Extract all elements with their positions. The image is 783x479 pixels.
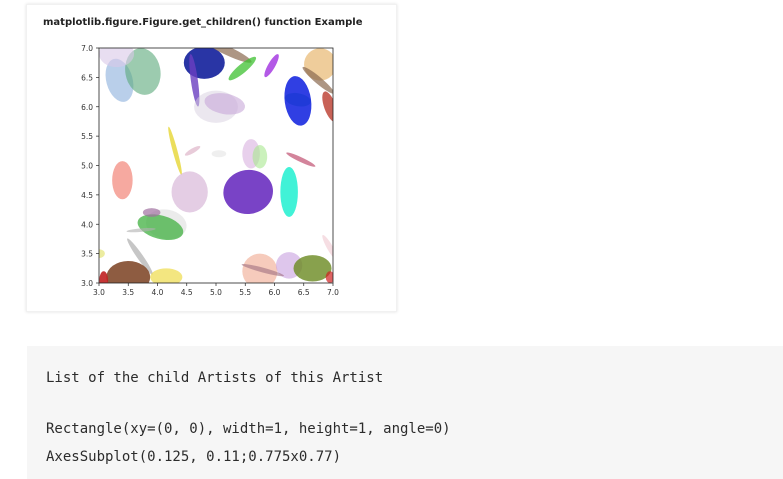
x-tick-label: 5.5 (239, 288, 251, 297)
x-tick-label: 3.5 (122, 288, 134, 297)
ellipse-patch (142, 208, 161, 217)
y-tick-label: 5.0 (81, 162, 93, 171)
ellipse-patch (168, 126, 182, 175)
plot-title: matplotlib.figure.Figure.get_children() … (43, 17, 363, 28)
y-tick-label: 3.0 (81, 279, 93, 288)
plot-svg: matplotlib.figure.Figure.get_children() … (43, 17, 363, 297)
output-line-2: Rectangle(xy=(0, 0), width=1, height=1, … (46, 421, 451, 437)
ellipse-patch (211, 150, 227, 158)
y-tick-label: 4.0 (81, 220, 93, 229)
ellipse-patch (99, 48, 135, 68)
y-axis: 3.0 3.5 4.0 4.5 5.0 5.5 6.0 6.5 7.0 (81, 44, 99, 288)
ellipse-patch (280, 166, 298, 217)
y-tick-label: 3.5 (81, 250, 93, 259)
x-axis: 3.0 3.5 4.0 4.5 5.0 5.5 6.0 6.5 7.0 (93, 283, 339, 297)
output-line-1: List of the child Artists of this Artist (46, 370, 384, 386)
figure-image: matplotlib.figure.Figure.get_children() … (26, 4, 397, 312)
page: matplotlib.figure.Figure.get_children() … (0, 0, 783, 479)
x-tick-label: 3.0 (93, 288, 105, 297)
ellipse-patch (252, 144, 268, 169)
y-tick-label: 4.5 (81, 191, 93, 200)
y-tick-label: 5.5 (81, 132, 93, 141)
ellipse-patch (184, 145, 201, 156)
ellipse-patch (286, 152, 316, 167)
ellipse-patch (171, 171, 208, 213)
y-tick-label: 6.5 (81, 73, 93, 82)
x-tick-label: 4.5 (181, 288, 193, 297)
x-tick-label: 4.0 (152, 288, 164, 297)
x-tick-label: 6.5 (298, 288, 310, 297)
code-output-block: List of the child Artists of this Artist… (27, 346, 783, 479)
ellipse-patch (223, 169, 273, 215)
ellipse-patch (264, 54, 279, 78)
plot-area (99, 48, 333, 283)
y-tick-label: 6.0 (81, 103, 93, 112)
y-tick-label: 7.0 (81, 44, 93, 53)
x-tick-label: 5.0 (210, 288, 222, 297)
ellipse-patch (112, 161, 133, 200)
ellipse-patch (99, 271, 109, 283)
x-tick-label: 6.0 (269, 288, 281, 297)
x-tick-label: 7.0 (327, 288, 339, 297)
output-line-3: AxesSubplot(0.125, 0.11;0.775x0.77) (46, 449, 342, 465)
ellipse-patch (284, 76, 312, 126)
ellipse-patch (322, 91, 333, 123)
